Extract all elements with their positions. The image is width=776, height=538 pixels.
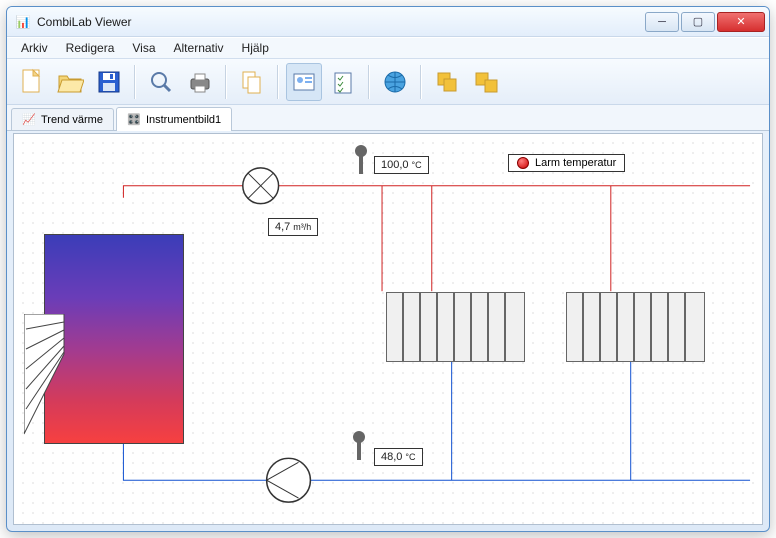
file-icon (19, 68, 43, 96)
cascade-icon (434, 69, 460, 95)
checklist-button[interactable] (325, 63, 361, 101)
flow-readout: 4,7 m³/h (268, 218, 318, 236)
tab-label: Instrumentbild1 (146, 114, 221, 126)
supply-temp-unit: °C (412, 160, 422, 170)
alarm-label: Larm temperatur (535, 157, 616, 169)
tab-label: Trend värme (41, 114, 103, 126)
flow-value: 4,7 (275, 221, 290, 233)
menu-redigera[interactable]: Redigera (58, 39, 123, 57)
canvas-wrap: 100,0 °C 4,7 m³/h 48,0 °C Larm temperatu… (13, 133, 763, 525)
tab-instrumentbild[interactable]: 🎛️ Instrumentbild1 (116, 107, 232, 131)
tile-icon (473, 69, 499, 95)
alarm-led-icon (517, 157, 529, 169)
gauge-icon: 🎛️ (127, 113, 141, 127)
valve-symbol (243, 168, 279, 204)
alarm-indicator: Larm temperatur (508, 154, 625, 172)
toolbar (7, 59, 769, 105)
boiler-burner-icon (24, 314, 74, 444)
menu-alternativ[interactable]: Alternativ (166, 39, 232, 57)
print-button[interactable] (182, 63, 218, 101)
new-file-button[interactable] (13, 63, 49, 101)
return-temp-readout: 48,0 °C (374, 448, 423, 466)
copy-button[interactable] (234, 63, 270, 101)
titlebar: 📊 CombiLab Viewer ─ ▢ ✕ (7, 7, 769, 37)
menu-visa[interactable]: Visa (124, 39, 163, 57)
printer-icon (187, 69, 213, 95)
tabbar: 📈 Trend värme 🎛️ Instrumentbild1 (7, 105, 769, 131)
globe-icon (382, 69, 408, 95)
chart-icon: 📈 (22, 113, 36, 127)
close-button[interactable]: ✕ (717, 12, 765, 32)
app-icon: 📊 (15, 14, 31, 30)
diagram-canvas[interactable]: 100,0 °C 4,7 m³/h 48,0 °C Larm temperatu… (14, 134, 762, 524)
checklist-icon (330, 69, 356, 95)
minimize-button[interactable]: ─ (645, 12, 679, 32)
probe-return-icon (350, 430, 368, 464)
panel-icon (291, 69, 317, 95)
supply-temp-value: 100,0 (381, 159, 409, 171)
radiator-1 (386, 292, 526, 362)
folder-open-icon (56, 68, 84, 96)
cascade-windows-button[interactable] (429, 63, 465, 101)
tile-windows-button[interactable] (468, 63, 504, 101)
copy-icon (239, 69, 265, 95)
app-window: 📊 CombiLab Viewer ─ ▢ ✕ Arkiv Redigera V… (6, 6, 770, 532)
menu-hjalp[interactable]: Hjälp (234, 39, 277, 57)
window-title: CombiLab Viewer (37, 15, 643, 29)
return-temp-value: 48,0 (381, 451, 402, 463)
open-folder-button[interactable] (52, 63, 88, 101)
web-button[interactable] (377, 63, 413, 101)
zoom-button[interactable] (143, 63, 179, 101)
menu-arkiv[interactable]: Arkiv (13, 39, 56, 57)
floppy-icon (96, 69, 122, 95)
menubar: Arkiv Redigera Visa Alternativ Hjälp (7, 37, 769, 59)
maximize-button[interactable]: ▢ (681, 12, 715, 32)
design-panel-button[interactable] (286, 63, 322, 101)
magnifier-icon (148, 69, 174, 95)
probe-supply-icon (352, 144, 370, 178)
flow-unit: m³/h (293, 222, 311, 232)
pump-symbol (267, 458, 311, 502)
save-button[interactable] (91, 63, 127, 101)
return-temp-unit: °C (405, 452, 415, 462)
radiator-2 (566, 292, 706, 362)
supply-temp-readout: 100,0 °C (374, 156, 429, 174)
tab-trend-varme[interactable]: 📈 Trend värme (11, 108, 114, 130)
